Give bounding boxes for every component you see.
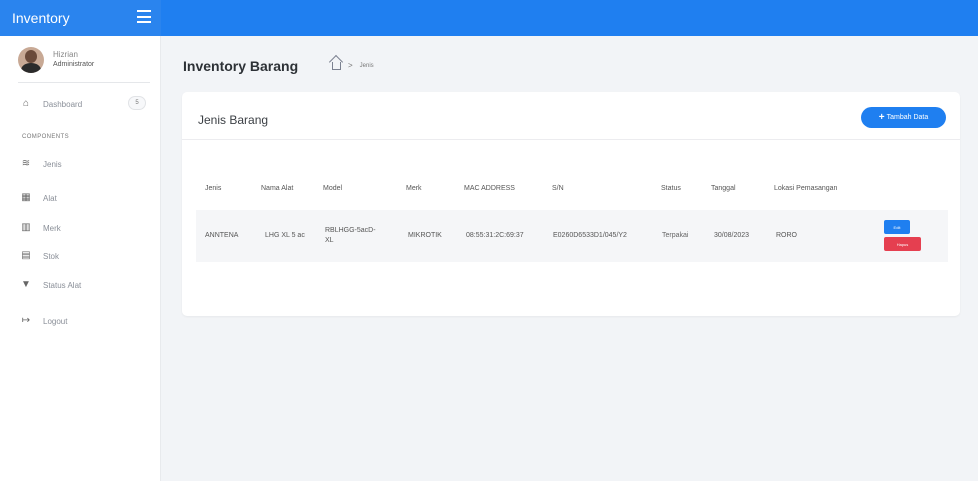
breadcrumb-current: Jenis (359, 62, 374, 69)
filter-icon: ▼ (21, 279, 31, 290)
sidebar-item-label: Logout (43, 316, 68, 326)
sidebar-item-label: Stok (43, 251, 60, 261)
home-icon[interactable] (332, 61, 341, 70)
table-row: ANNTENA LHG XL 5 ac RBLHGG-5acD-XL MIKRO… (196, 210, 948, 262)
column-header-status: Status (661, 185, 681, 192)
add-data-button[interactable]: + Tambah Data (861, 107, 946, 128)
edit-label: Edit (893, 224, 901, 230)
app-brand: Inventory (0, 0, 161, 36)
layers-icon: ≋ (21, 158, 31, 169)
sidebar: Hizrian Administrator ⌂ Dashboard 5 COMP… (0, 36, 161, 481)
sidebar-item-label: Status Alat (43, 280, 82, 290)
sidebar-item-label: Jenis (43, 159, 62, 169)
menu-toggle-icon[interactable] (137, 10, 151, 23)
dashboard-count-badge: 5 (128, 96, 146, 110)
column-header-tanggal: Tanggal (711, 185, 736, 192)
cell-mac-address: 08:55:31:2C:69:37 (466, 232, 524, 239)
column-header-model: Model (323, 185, 343, 192)
column-header-nama-alat: Nama Alat (261, 185, 294, 192)
sidebar-item-logout[interactable]: ↦ Logout (20, 314, 68, 328)
inventory-table: Jenis Nama Alat Model Merk MAC ADDRESS S… (196, 172, 948, 262)
sidebar-item-alat[interactable]: ▦ Alat (20, 191, 57, 205)
cell-nama-alat: LHG XL 5 ac (265, 232, 305, 239)
jenis-barang-card: Jenis Barang + Tambah Data Jenis Nama Al… (182, 92, 960, 316)
column-header-jenis: Jenis (205, 185, 222, 192)
cell-tanggal: 30/08/2023 (714, 232, 750, 239)
sidebar-section-label: COMPONENTS (22, 134, 70, 140)
user-name: Hizrian (53, 50, 78, 59)
grid-icon: ▦ (21, 192, 31, 203)
home-icon: ⌂ (22, 98, 30, 109)
table-header-row: Jenis Nama Alat Model Merk MAC ADDRESS S… (196, 172, 948, 206)
sidebar-item-status-alat[interactable]: ▼ Status Alat (20, 278, 81, 292)
breadcrumb-separator: > (348, 61, 353, 70)
user-role: Administrator (53, 61, 95, 68)
sidebar-divider (18, 82, 150, 83)
page-title: Inventory Barang (183, 58, 299, 74)
sidebar-item-label: Merk (43, 223, 61, 233)
card-divider (182, 139, 960, 140)
plus-icon: + (878, 112, 885, 123)
card-title: Jenis Barang (198, 113, 269, 127)
add-data-label: Tambah Data (886, 114, 929, 121)
delete-label: Hapus (896, 241, 909, 247)
column-header-lokasi-pemasangan: Lokasi Pemasangan (774, 185, 838, 192)
boxes-icon: ▤ (21, 250, 31, 261)
cell-jenis: ANNTENA (205, 232, 239, 239)
sidebar-item-dashboard[interactable]: ⌂ Dashboard (20, 97, 82, 111)
cell-merk: MIKROTIK (408, 232, 442, 239)
main-content: Inventory Barang > Jenis Jenis Barang + … (161, 36, 978, 481)
app-title: Inventory (12, 10, 70, 26)
user-profile: Hizrian Administrator (18, 44, 150, 76)
column-header-sn: S/N (552, 185, 564, 192)
column-header-merk: Merk (406, 185, 422, 192)
cell-sn: E0260D6533D1/045/Y2 (553, 232, 627, 239)
column-header-mac-address: MAC ADDRESS (464, 185, 515, 192)
row-actions: Edit Hapus (884, 220, 933, 251)
logout-icon: ↦ (21, 315, 31, 326)
sidebar-item-label: Alat (43, 193, 57, 203)
sidebar-item-stok[interactable]: ▤ Stok (20, 249, 59, 263)
delete-button[interactable]: Hapus (884, 237, 921, 251)
breadcrumb: > Jenis (332, 61, 374, 70)
cell-lokasi: RORO (776, 232, 797, 239)
sidebar-item-merk[interactable]: ▥ Merk (20, 221, 61, 235)
map-icon: ▥ (21, 222, 31, 233)
edit-button[interactable]: Edit (884, 220, 910, 234)
cell-model: RBLHGG-5acD-XL (325, 227, 376, 244)
status-badge: Terpakai (662, 232, 689, 239)
sidebar-item-jenis[interactable]: ≋ Jenis (20, 157, 62, 171)
user-avatar (18, 47, 44, 73)
sidebar-item-label: Dashboard (43, 99, 83, 109)
